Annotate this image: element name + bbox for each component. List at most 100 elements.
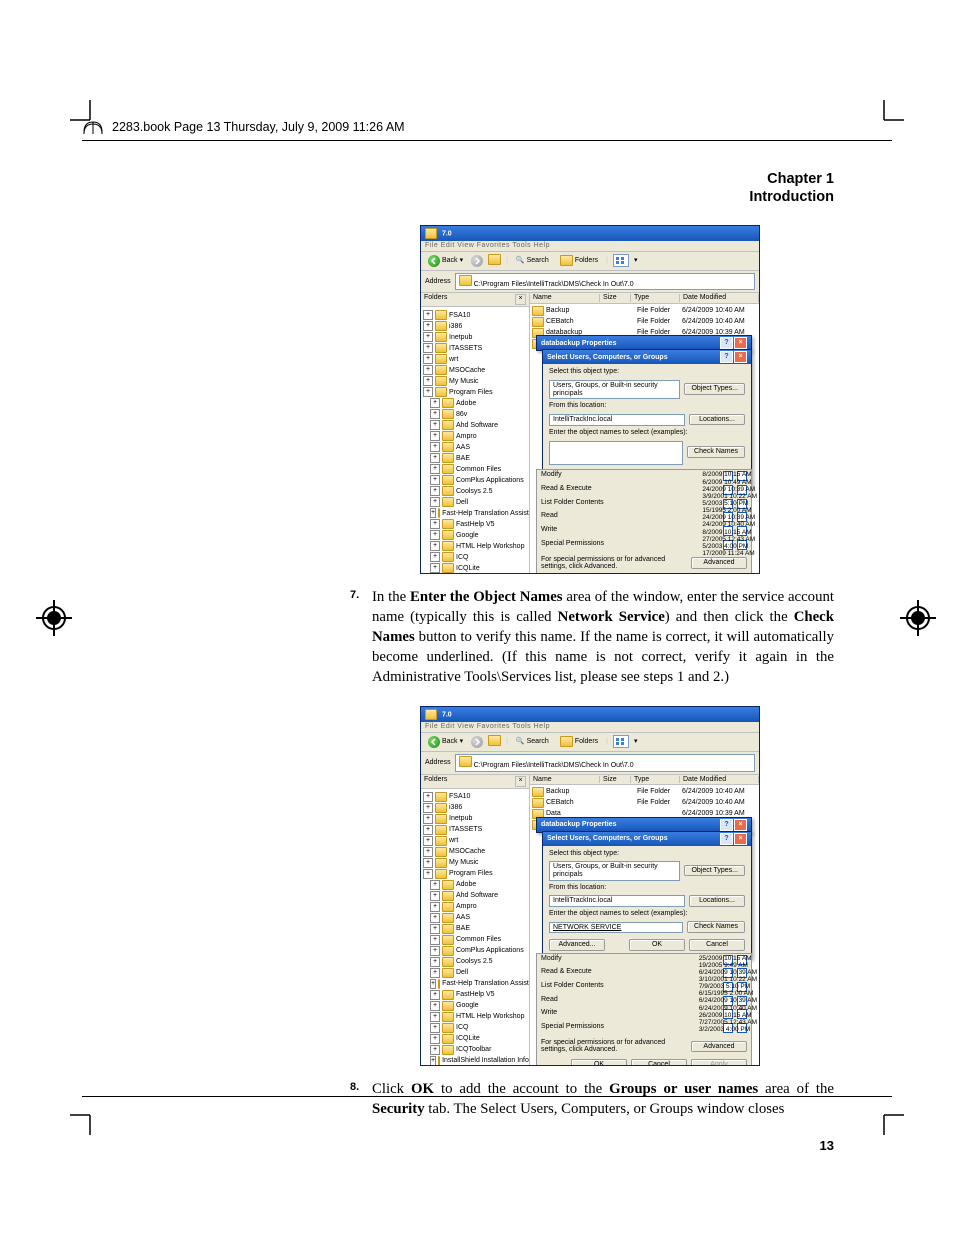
tree-item[interactable]: +HTML Help Workshop (423, 541, 527, 551)
tree-item[interactable]: +ICQ (423, 552, 527, 562)
tree-item[interactable]: +BAE (423, 924, 527, 934)
help-icon[interactable]: ? (720, 337, 733, 349)
list-item[interactable]: CEBatchFile Folder6/24/2009 10:40 AM (532, 798, 757, 808)
advanced-button[interactable]: Advanced (691, 557, 747, 569)
tree-item[interactable]: +HTML Help Workshop (423, 1012, 527, 1022)
tree-item[interactable]: +My Music (423, 858, 527, 868)
tree-item[interactable]: +86v (423, 409, 527, 419)
tree-item[interactable]: +Google (423, 1001, 527, 1011)
close-icon[interactable]: × (734, 337, 747, 349)
tree-item[interactable]: +wrt (423, 836, 527, 846)
tree-item[interactable]: +i386 (423, 803, 527, 813)
up-button[interactable] (488, 254, 501, 268)
tree-item[interactable]: +ComPlus Applications (423, 475, 527, 485)
tree-item[interactable]: +Ampro (423, 902, 527, 912)
tree-item[interactable]: +FSA10 (423, 792, 527, 802)
tree-item[interactable]: +FastHelp V5 (423, 990, 527, 1000)
up-button[interactable] (488, 735, 501, 749)
object-type-field[interactable]: Users, Groups, or Built-in security prin… (549, 861, 680, 880)
folders-button[interactable]: Folders (557, 735, 601, 748)
list-item[interactable]: BackupFile Folder6/24/2009 10:40 AM (532, 306, 757, 316)
tree-item[interactable]: +BAE (423, 453, 527, 463)
close-icon[interactable]: × (734, 351, 747, 363)
locations-button[interactable]: Locations... (689, 414, 745, 426)
list-header[interactable]: Name Size Type Date Modified (530, 775, 759, 786)
tree-item[interactable]: +Dell (423, 968, 527, 978)
folders-button[interactable]: Folders (557, 254, 601, 267)
ok-button[interactable]: OK (629, 939, 685, 951)
locations-button[interactable]: Locations... (689, 895, 745, 907)
tree-item[interactable]: +Adobe (423, 880, 527, 890)
folder-tree-pane[interactable]: Folders× +FSA10+i386+Inetpub+ITASSETS+wr… (421, 775, 530, 1065)
tree-item[interactable]: +AAS (423, 913, 527, 923)
tree-item[interactable]: +Inetpub (423, 332, 527, 342)
location-field[interactable]: IntelliTrackInc.local (549, 414, 685, 426)
tree-item[interactable]: +FastHelp V5 (423, 519, 527, 529)
advanced-button[interactable]: Advanced... (549, 939, 605, 951)
close-icon[interactable]: × (734, 833, 747, 845)
file-list-pane[interactable]: Name Size Type Date Modified BackupFile … (530, 293, 759, 573)
object-names-field[interactable] (549, 441, 683, 465)
menu-bar[interactable]: File Edit View Favorites Tools Help (421, 722, 759, 733)
tree-item[interactable]: +ICQToolbar (423, 1045, 527, 1055)
close-icon[interactable]: × (515, 776, 526, 787)
tree-item[interactable]: +AAS (423, 442, 527, 452)
tree-item[interactable]: +MSOCache (423, 365, 527, 375)
tree-item[interactable]: +Dell (423, 497, 527, 507)
tree-item[interactable]: +Common Files (423, 935, 527, 945)
forward-button[interactable] (471, 736, 483, 748)
object-types-button[interactable]: Object Types... (684, 383, 745, 395)
tree-item[interactable]: +Ahd Software (423, 891, 527, 901)
tree-item[interactable]: +ICQ (423, 1023, 527, 1033)
object-type-field[interactable]: Users, Groups, or Built-in security prin… (549, 380, 680, 399)
tree-item[interactable]: +Program Files (423, 387, 527, 397)
forward-button[interactable] (471, 255, 483, 267)
tree-item[interactable]: +Fast-Help Translation Assistant (423, 979, 527, 989)
tree-item[interactable]: +Adobe (423, 398, 527, 408)
tree-item[interactable]: +FSA10 (423, 310, 527, 320)
advanced-button[interactable]: Advanced (691, 1041, 747, 1053)
object-names-field[interactable]: NETWORK SERVICE (549, 922, 683, 934)
file-list-pane[interactable]: Name Size Type Date Modified BackupFile … (530, 775, 759, 1065)
list-item[interactable]: CEBatchFile Folder6/24/2009 10:40 AM (532, 317, 757, 327)
cancel-button[interactable]: Cancel (689, 939, 745, 951)
tree-item[interactable]: +Google (423, 530, 527, 540)
check-names-button[interactable]: Check Names (687, 921, 745, 933)
close-icon[interactable]: × (515, 294, 526, 305)
help-icon[interactable]: ? (720, 819, 733, 831)
tree-item[interactable]: +Inetpub (423, 814, 527, 824)
folder-tree-pane[interactable]: Folders× +FSA10+i386+Inetpub+ITASSETS+wr… (421, 293, 530, 573)
ok-button[interactable]: OK (571, 1059, 627, 1065)
tree-item[interactable]: +ITASSETS (423, 825, 527, 835)
help-icon[interactable]: ? (720, 351, 733, 363)
menu-bar[interactable]: File Edit View Favorites Tools Help (421, 241, 759, 252)
tree-item[interactable]: +Ahd Software (423, 420, 527, 430)
tree-item[interactable]: +MSOCache (423, 847, 527, 857)
search-button[interactable]: 🔍 Search (513, 256, 552, 266)
tree-item[interactable]: +ComPlus Applications (423, 946, 527, 956)
address-field[interactable]: C:\Program Files\IntelliTrack\DMS\Check … (455, 273, 755, 291)
search-button[interactable]: 🔍 Search (513, 737, 552, 747)
check-names-button[interactable]: Check Names (687, 446, 745, 458)
tree-item[interactable]: +wrt (423, 354, 527, 364)
list-header[interactable]: Name Size Type Date Modified (530, 293, 759, 304)
tree-item[interactable]: +Coolsys 2.5 (423, 486, 527, 496)
cancel-button[interactable]: Cancel (631, 1059, 687, 1065)
tree-item[interactable]: +Program Files (423, 869, 527, 879)
apply-button[interactable]: Apply (691, 1059, 747, 1065)
tree-item[interactable]: +Coolsys 2.5 (423, 957, 527, 967)
views-button[interactable] (613, 254, 629, 267)
close-icon[interactable]: × (734, 819, 747, 831)
tree-item[interactable]: +ICQLite (423, 563, 527, 573)
object-types-button[interactable]: Object Types... (684, 865, 745, 877)
tree-item[interactable]: +i386 (423, 321, 527, 331)
views-button[interactable] (613, 735, 629, 748)
tree-item[interactable]: +InstallShield Installation Informat (423, 1056, 527, 1065)
tree-item[interactable]: +Common Files (423, 464, 527, 474)
tree-item[interactable]: +Ampro (423, 431, 527, 441)
back-button[interactable]: Back ▾ (425, 254, 466, 268)
help-icon[interactable]: ? (720, 833, 733, 845)
tree-item[interactable]: +Fast-Help Translation Assistant (423, 508, 527, 518)
tree-item[interactable]: +ITASSETS (423, 343, 527, 353)
tree-item[interactable]: +My Music (423, 376, 527, 386)
